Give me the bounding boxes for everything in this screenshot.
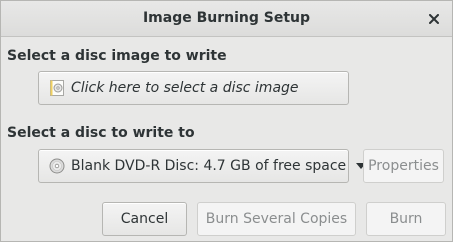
close-icon [429, 14, 439, 24]
burn-several-copies-button[interactable]: Burn Several Copies [197, 202, 356, 236]
burn-button[interactable]: Burn [366, 202, 446, 236]
disc-section-label: Select a disc to write to [7, 125, 195, 141]
disc-image-chooser-button[interactable]: Click here to select a disc image [38, 71, 349, 105]
burn-button-label: Burn [389, 211, 423, 227]
disc-image-file-icon [50, 80, 64, 96]
properties-button-label: Properties [368, 158, 439, 174]
window-title: Image Burning Setup [142, 10, 311, 26]
selected-disc-label: Blank DVD-R Disc: 4.7 GB of free space [71, 158, 347, 174]
disc-select-combo[interactable]: Blank DVD-R Disc: 4.7 GB of free space [38, 149, 367, 183]
burn-several-copies-label: Burn Several Copies [205, 211, 348, 227]
disc-image-chooser-label: Click here to select a disc image [71, 80, 299, 96]
properties-button[interactable]: Properties [363, 149, 444, 183]
close-button[interactable] [424, 9, 444, 29]
title-bar: Image Burning Setup [1, 1, 452, 37]
image-section-label: Select a disc image to write [7, 48, 227, 64]
cancel-button-label: Cancel [120, 211, 169, 227]
image-burning-dialog: Image Burning Setup Select a disc image … [0, 0, 453, 242]
cancel-button[interactable]: Cancel [102, 202, 187, 236]
optical-disc-icon [49, 158, 65, 174]
